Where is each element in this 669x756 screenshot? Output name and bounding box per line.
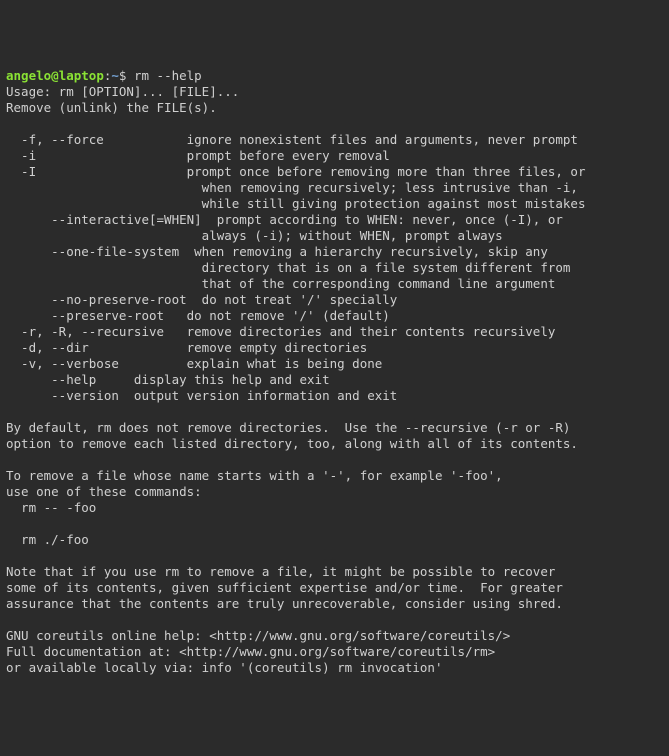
prompt-host: laptop: [59, 68, 104, 83]
command-text: rm --help: [134, 68, 202, 83]
prompt-line: angelo@laptop:~$ rm --help: [6, 68, 202, 83]
prompt-at: @: [51, 68, 59, 83]
prompt-user: angelo: [6, 68, 51, 83]
terminal-window[interactable]: angelo@laptop:~$ rm --help Usage: rm [OP…: [6, 68, 663, 676]
command-output: Usage: rm [OPTION]... [FILE]... Remove (…: [6, 84, 585, 675]
prompt-path: ~: [111, 68, 119, 83]
prompt-symbol: $: [119, 68, 134, 83]
